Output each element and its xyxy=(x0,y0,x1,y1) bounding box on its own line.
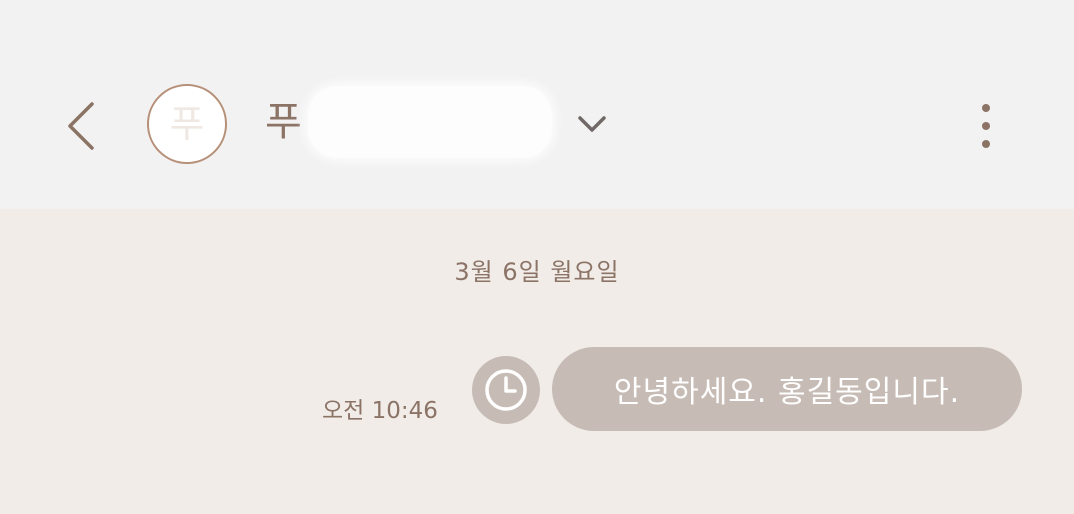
date-separator: 3월 6일 월요일 xyxy=(454,258,620,286)
contact-dropdown-button[interactable] xyxy=(572,106,612,142)
back-button[interactable] xyxy=(58,96,106,156)
chevron-left-icon xyxy=(68,102,94,150)
message-time: 오전 10:46 xyxy=(322,398,438,424)
more-options-button[interactable] xyxy=(966,100,1006,152)
more-vertical-icon xyxy=(982,104,990,148)
clock-icon xyxy=(485,369,527,411)
avatar-initial: 푸 xyxy=(169,102,205,146)
contact-name[interactable]: 푸 xyxy=(265,96,302,148)
message-bubble[interactable]: 안녕하세요. 홍길동입니다. xyxy=(552,347,1022,431)
name-redaction xyxy=(308,86,552,158)
chat-screen: 푸 푸 3월 6일 월요일 오전 10:46 안녕하세요. 홍길동입니다. xyxy=(0,0,1074,514)
chat-header: 푸 푸 xyxy=(0,0,1074,209)
message-pending-indicator[interactable] xyxy=(472,356,540,424)
avatar[interactable]: 푸 xyxy=(147,84,227,164)
chevron-down-icon xyxy=(578,116,606,132)
message-text: 안녕하세요. 홍길동입니다. xyxy=(613,375,961,410)
